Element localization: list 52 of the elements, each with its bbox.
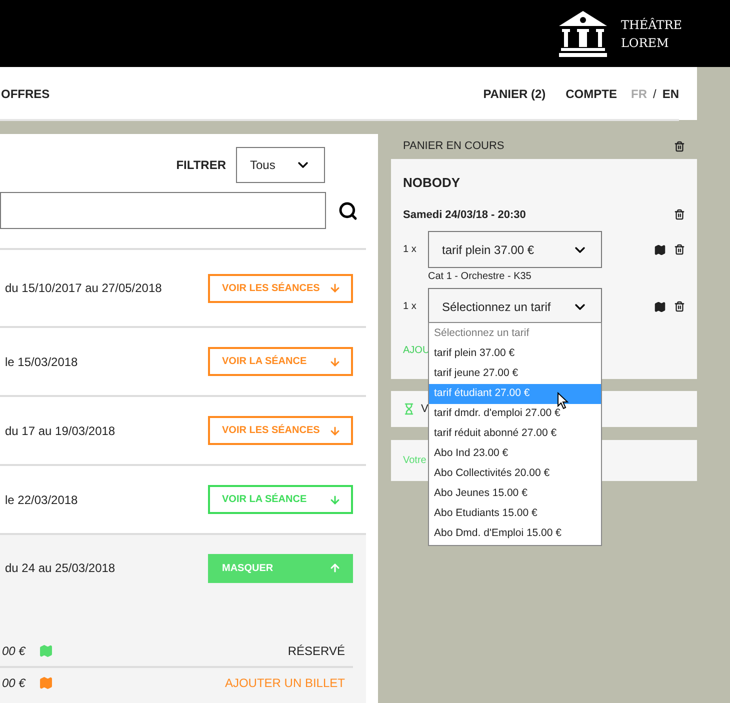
seat-price: 00 € <box>2 642 26 660</box>
dropdown-option[interactable]: Abo Dmd. d'Emploi 15.00 € <box>429 524 601 544</box>
show-dates: le 15/03/2018 <box>5 354 78 370</box>
dropdown-option[interactable]: Abo Ind 23.00 € <box>429 444 601 464</box>
filter-select[interactable]: Tous <box>236 147 325 183</box>
cart-link[interactable]: PANIER (2) <box>483 84 546 102</box>
temple-logo-icon <box>556 8 609 58</box>
filter-label: FILTRER <box>176 157 226 174</box>
customer-name: NOBODY <box>403 174 462 192</box>
arrow-down-icon <box>329 356 341 368</box>
logo-subtitle: LOREM <box>620 34 670 52</box>
trash-icon[interactable] <box>674 301 685 312</box>
search-field[interactable] <box>0 192 326 229</box>
account-link[interactable]: COMPTE <box>566 84 617 102</box>
dropdown-option[interactable]: tarif réduit abonné 27.00 € <box>429 424 601 444</box>
logo-title: THÉÂTRE <box>620 16 682 34</box>
map-icon[interactable] <box>654 300 666 312</box>
dropdown-option[interactable]: tarif plein 37.00 € <box>429 344 601 364</box>
show-dates: le 22/03/2018 <box>5 492 78 508</box>
show-dates: du 17 au 19/03/2018 <box>5 422 116 440</box>
timer-text: V <box>421 402 428 417</box>
arrow-up-icon <box>329 562 341 574</box>
seat-price: 00 € <box>2 674 26 692</box>
show-dates: du 15/10/2017 au 27/05/2018 <box>5 280 162 297</box>
mouse-cursor-icon <box>557 392 569 410</box>
dropdown-option[interactable]: tarif jeune 27.00 € <box>429 364 601 384</box>
map-icon[interactable] <box>654 244 666 256</box>
ticket-quantity: 1 x <box>403 300 418 314</box>
arrow-down-icon <box>329 494 341 506</box>
dropdown-option[interactable]: Abo Jeunes 15.00 € <box>429 484 601 504</box>
trash-icon[interactable] <box>674 209 685 220</box>
offers-link[interactable]: OFFRES <box>1 84 50 102</box>
session-date: Samedi 24/03/18 - 20:30 <box>403 208 526 222</box>
dropdown-option[interactable]: Sélectionnez un tarif <box>429 324 601 344</box>
dropdown-option[interactable]: Abo Collectivités 20.00 € <box>429 464 601 484</box>
trash-icon[interactable] <box>674 141 685 152</box>
hourglass-icon <box>403 403 415 415</box>
seat-info: Cat 1 - Orchestre - K35 <box>428 270 532 284</box>
ticket-quantity: 1 x <box>403 243 418 257</box>
show-dates: du 24 au 25/03/2018 <box>5 560 116 577</box>
reserved-status: RÉSERVÉ <box>288 642 345 660</box>
dropdown-option[interactable]: Abo Etudiants 15.00 € <box>429 504 601 524</box>
language-link[interactable]: EN <box>662 84 679 102</box>
language-separator: / <box>652 86 656 102</box>
arrow-down-icon <box>329 282 341 294</box>
note-text: Votre <box>403 454 426 468</box>
dropdown-option[interactable]: tarif dmdr. d'emploi 27.00 € <box>429 404 601 424</box>
arrow-down-icon <box>329 424 341 436</box>
cart-title: PANIER EN COURS <box>403 139 504 154</box>
trash-icon[interactable] <box>674 244 685 255</box>
tarif-select[interactable]: tarif plein 37.00 € <box>428 231 602 268</box>
search-icon[interactable] <box>338 200 358 220</box>
